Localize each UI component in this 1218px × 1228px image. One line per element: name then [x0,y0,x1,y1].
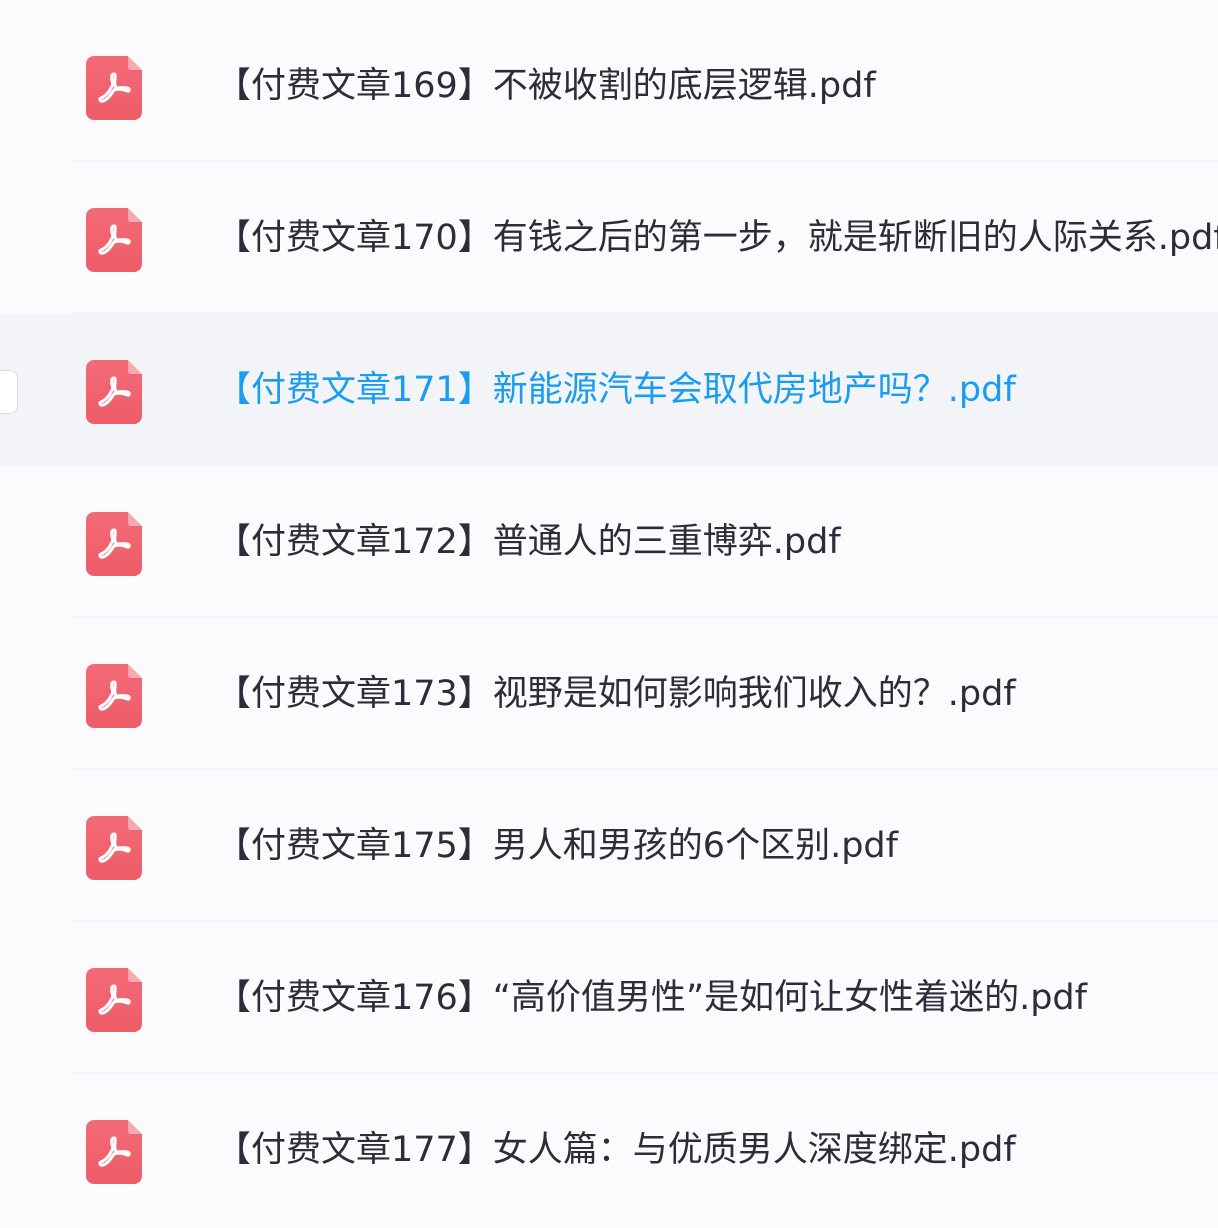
file-name[interactable]: 【付费文章171】新能源汽车会取代房地产吗？.pdf [216,314,1218,466]
file-row[interactable]: 【付费文章177】女人篇：与优质男人深度绑定.pdf [0,1074,1218,1226]
pdf-file-icon [86,512,142,576]
file-row[interactable]: 【付费文章170】有钱之后的第一步，就是斩断旧的人际关系.pdf [0,162,1218,314]
pdf-file-icon [86,664,142,728]
file-row[interactable]: 【付费文章169】不被收割的底层逻辑.pdf [0,10,1218,162]
file-row[interactable]: 【付费文章176】“高价值男性”是如何让女性着迷的.pdf [0,922,1218,1074]
file-row[interactable]: 【付费文章172】普通人的三重博弈.pdf [0,466,1218,618]
pdf-file-icon [86,360,142,424]
file-name[interactable]: 【付费文章177】女人篇：与优质男人深度绑定.pdf [216,1074,1218,1226]
file-name[interactable]: 【付费文章170】有钱之后的第一步，就是斩断旧的人际关系.pdf [216,162,1218,314]
pdf-file-icon [86,1120,142,1184]
file-row-selected[interactable]: 【付费文章171】新能源汽车会取代房地产吗？.pdf [0,314,1218,466]
selection-checkbox[interactable] [0,370,18,414]
pdf-file-icon [86,56,142,120]
file-row[interactable]: 【付费文章175】男人和男孩的6个区别.pdf [0,770,1218,922]
pdf-file-icon [86,208,142,272]
pdf-file-icon [86,968,142,1032]
pdf-file-icon [86,816,142,880]
file-list: 【付费文章169】不被收割的底层逻辑.pdf 【付费文章170】有钱之后的第一步… [0,0,1218,1228]
file-name[interactable]: 【付费文章173】视野是如何影响我们收入的？.pdf [216,618,1218,770]
file-name[interactable]: 【付费文章169】不被收割的底层逻辑.pdf [216,10,1218,162]
file-name[interactable]: 【付费文章172】普通人的三重博弈.pdf [216,466,1218,618]
file-name[interactable]: 【付费文章175】男人和男孩的6个区别.pdf [216,770,1218,922]
file-row[interactable]: 【付费文章173】视野是如何影响我们收入的？.pdf [0,618,1218,770]
file-name[interactable]: 【付费文章176】“高价值男性”是如何让女性着迷的.pdf [216,922,1218,1074]
